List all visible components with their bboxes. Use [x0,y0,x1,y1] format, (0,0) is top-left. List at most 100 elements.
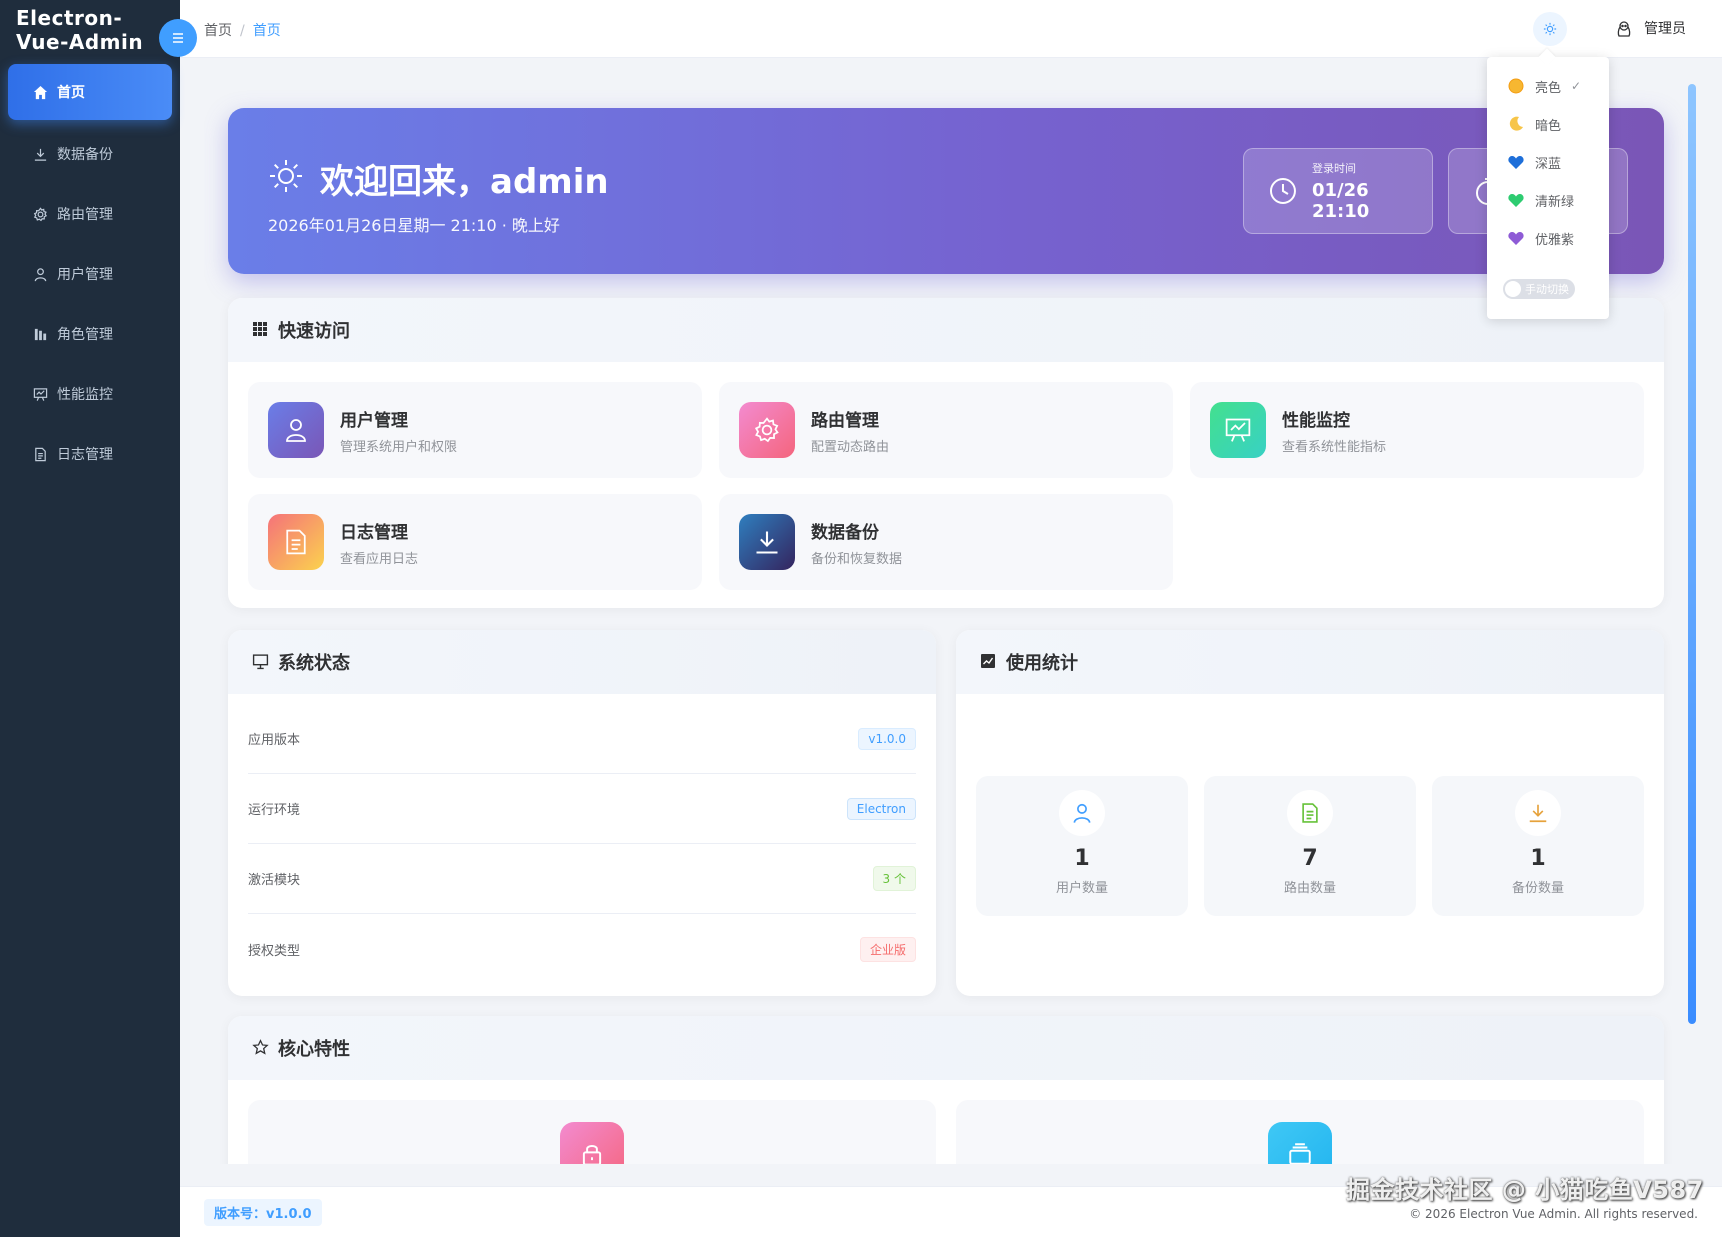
quick-item-desc: 管理系统用户和权限 [340,439,458,455]
quick-access-title: 快速访问 [278,321,350,342]
chart-icon [980,653,998,671]
user-icon [32,266,48,282]
sidebar-item-routes[interactable]: 路由管理 [0,184,180,244]
sun-icon [1507,77,1525,95]
quick-item-routes[interactable]: 路由管理 配置动态路由 [719,382,1173,478]
download-icon [739,514,795,570]
quick-item-desc: 备份和恢复数据 [811,551,903,567]
sidebar: Electron-Vue-Admin 首页 数据备份 路由管理 用户管理 角色管… [0,0,180,1237]
usage-stat-label: 路由数量 [1283,881,1336,896]
login-time-label: 登录时间 [1311,162,1356,175]
monitor-chart-icon [1210,402,1266,458]
theme-switch-button[interactable] [1533,12,1567,46]
sidebar-item-label: 日志管理 [57,447,113,463]
toggle-knob [1505,281,1521,297]
theme-option-blue[interactable]: 深蓝 [1487,143,1609,181]
theme-option-label: 深蓝 [1535,156,1562,172]
theme-option-dark[interactable]: 暗色 [1487,105,1609,143]
gear-icon [739,402,795,458]
green-heart-icon [1507,191,1525,209]
quick-item-title: 路由管理 [811,410,879,431]
sidebar-item-roles[interactable]: 角色管理 [0,304,180,364]
quick-item-monitor[interactable]: 性能监控 查看系统性能指标 [1190,382,1644,478]
app-logo: Electron-Vue-Admin [16,6,144,54]
monitor-chart-icon [32,386,48,402]
layers-icon [1268,1122,1332,1164]
feature-item-layers [956,1100,1644,1164]
quick-access-header: 快速访问 [228,298,1664,362]
welcome-banner: 欢迎回来，admin 2026年01月26日星期一 21:10 · 晚上好 登录… [228,108,1664,274]
sidebar-menu: 首页 数据备份 路由管理 用户管理 角色管理 性能监控 日志管理 [0,64,180,484]
status-tag: 3 个 [872,866,916,891]
theme-option-label: 亮色 [1535,80,1562,96]
login-time-card: 登录时间 01/26 21:10 [1243,148,1433,234]
usage-stats-title: 使用统计 [1006,653,1078,674]
sidebar-item-users[interactable]: 用户管理 [0,244,180,304]
breadcrumb-separator: / [240,23,245,39]
sidebar-item-label: 路由管理 [57,207,113,223]
sidebar-collapse-button[interactable] [159,19,197,57]
theme-dropdown: 亮色 ✓ 暗色 深蓝 清新绿 优雅紫 手动切换 [1487,57,1609,319]
sidebar-item-backup[interactable]: 数据备份 [0,124,180,184]
quick-item-backup[interactable]: 数据备份 备份和恢复数据 [719,494,1173,590]
usage-stats-header: 使用统计 [956,630,1664,694]
user-icon [268,402,324,458]
system-status-card: 系统状态 应用版本 v1.0.0 运行环境 Electron 激活模块 3 个 … [228,630,936,996]
usage-stat-value: 1 [1530,846,1546,871]
status-tag: 企业版 [859,936,916,962]
quick-item-title: 性能监控 [1282,410,1350,431]
main-scrollbar[interactable] [1688,84,1696,1024]
download-icon [1515,790,1561,836]
quick-item-desc: 查看系统性能指标 [1282,439,1387,455]
sidebar-item-home[interactable]: 首页 [8,64,172,120]
status-label: 运行环境 [248,803,301,818]
status-label: 应用版本 [248,733,301,748]
lock-icon [560,1122,624,1164]
status-row-version: 应用版本 v1.0.0 [248,704,916,774]
quick-item-title: 日志管理 [340,522,408,543]
user-menu[interactable]: 管理员 [1614,18,1686,38]
gear-icon [32,206,48,222]
sidebar-item-label: 用户管理 [57,267,113,283]
document-icon [1287,790,1333,836]
status-row-environment: 运行环境 Electron [248,774,916,844]
usage-stat-backups: 1 备份数量 [1432,776,1644,916]
breadcrumb-item[interactable]: 首页 [204,23,232,39]
welcome-title: 欢迎回来，admin [320,162,609,202]
auto-switch-toggle[interactable]: 手动切换 [1503,279,1575,299]
document-icon [268,514,324,570]
document-icon [32,446,48,462]
grid-icon [252,321,270,339]
status-row-modules: 激活模块 3 个 [248,844,916,914]
status-tag: v1.0.0 [858,727,916,750]
sun-icon [1543,22,1557,36]
theme-option-label: 优雅紫 [1535,232,1575,248]
watermark-text: 掘金技术社区 @ 小猫吃鱼V587 [1346,1176,1704,1204]
sidebar-item-label: 首页 [57,85,85,101]
core-features-card: 核心特性 [228,1016,1664,1164]
sidebar-item-monitor[interactable]: 性能监控 [0,364,180,424]
sun-icon [270,160,302,192]
theme-option-light[interactable]: 亮色 ✓ [1487,67,1609,105]
usage-stat-routes: 7 路由数量 [1204,776,1416,916]
status-label: 授权类型 [248,943,301,959]
status-tag: Electron [846,797,916,820]
star-icon [252,1039,270,1057]
toggle-label: 手动切换 [1525,283,1569,296]
sidebar-item-label: 性能监控 [57,387,113,403]
login-time-value: 01/26 21:10 [1311,180,1370,222]
sidebar-item-label: 角色管理 [57,327,113,343]
blue-heart-icon [1507,153,1525,171]
core-features-title: 核心特性 [278,1039,350,1060]
top-header: 首页 / 首页 管理员 [180,0,1722,58]
user-icon [1059,790,1105,836]
sidebar-item-logs[interactable]: 日志管理 [0,424,180,484]
welcome-subtitle: 2026年01月26日星期一 21:10 · 晚上好 [268,216,560,235]
theme-option-green[interactable]: 清新绿 [1487,181,1609,219]
quick-item-logs[interactable]: 日志管理 查看应用日志 [248,494,702,590]
theme-option-purple[interactable]: 优雅紫 [1487,219,1609,257]
download-icon [32,146,48,162]
usage-stat-value: 1 [1074,846,1090,871]
quick-item-users[interactable]: 用户管理 管理系统用户和权限 [248,382,702,478]
quick-access-card: 快速访问 用户管理 管理系统用户和权限 路由管理 配置动态路由 性能监控 查看系… [228,298,1664,608]
